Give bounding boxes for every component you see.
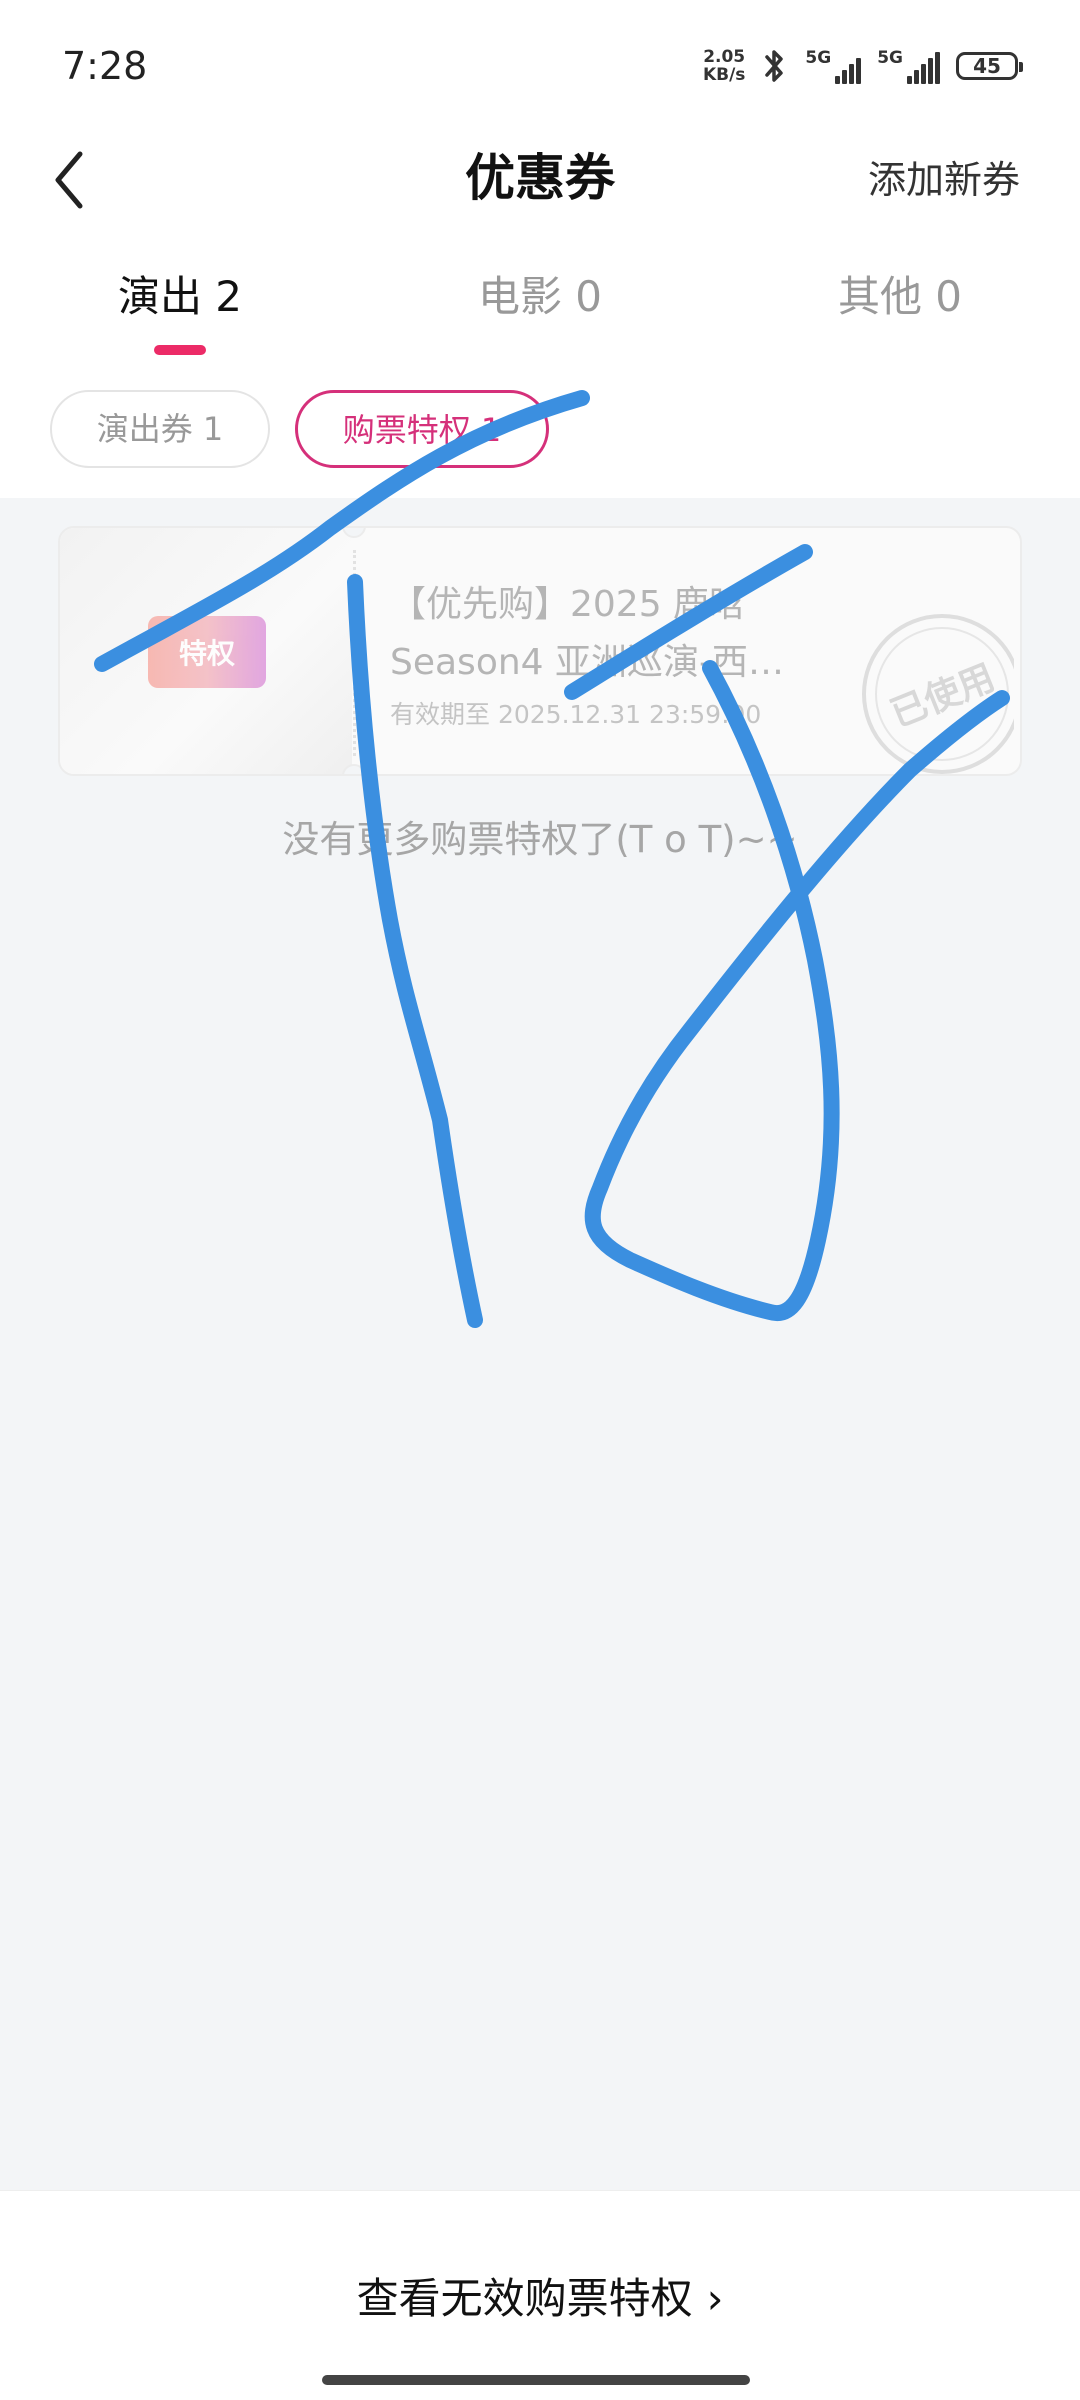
nav-bar: 优惠券 添加新券 (0, 130, 1080, 250)
used-stamp-icon: 已使用 (862, 614, 1014, 774)
view-invalid-label: 查看无效购票特权 (356, 2274, 693, 2323)
status-bar: 7:28 2.05 KB/s 5G 5G 45 (0, 0, 1080, 130)
bottom-bar: 查看无效购票特权 › (0, 2190, 1080, 2400)
tab-others[interactable]: 其他 0 (820, 262, 980, 332)
tab-active-indicator (154, 345, 206, 355)
battery-level: 45 (973, 54, 1001, 78)
status-time: 7:28 (62, 44, 148, 88)
sim1-label: 5G (805, 48, 832, 68)
used-stamp-label: 已使用 (885, 657, 1001, 735)
coupon-expiry: 有效期至 2025.12.31 23:59:00 (390, 700, 762, 729)
card-notch (342, 764, 366, 774)
status-icons: 2.05 KB/s 5G 5G 45 (703, 46, 1023, 86)
signal-icon: 5G (877, 48, 940, 84)
chevron-right-icon: › (706, 2274, 724, 2323)
sub-filter-chips: 演出券 1 购票特权 1 (0, 390, 1080, 470)
add-coupon-button[interactable]: 添加新券 (868, 150, 1020, 210)
tab-shows[interactable]: 演出 2 (100, 262, 260, 332)
signal-icon: 5G (805, 48, 862, 84)
privilege-badge: 特权 (148, 616, 266, 688)
card-divider (353, 550, 356, 756)
network-speed-value: 2.05 (703, 47, 746, 67)
list-end-text: 没有更多购票特权了(T o T)~~ (282, 818, 798, 861)
network-speed-unit: KB/s (702, 65, 746, 85)
chip-ticket-privileges[interactable]: 购票特权 1 (295, 390, 549, 468)
view-invalid-privileges-button[interactable]: 查看无效购票特权 › (0, 2269, 1080, 2329)
coupon-card[interactable]: 特权 【优先购】2025 鹿晗 Season4 亚洲巡演-西… 有效期至 202… (58, 526, 1022, 776)
category-tabs: 演出 2 电影 0 其他 0 (0, 250, 1080, 360)
privilege-badge-label: 特权 (178, 637, 235, 670)
tab-movies[interactable]: 电影 0 (460, 262, 620, 332)
home-indicator[interactable] (322, 2375, 750, 2385)
battery-icon: 45 (956, 52, 1023, 80)
bluetooth-icon (765, 50, 784, 82)
coupon-title: 【优先购】2025 鹿晗 Season4 亚洲巡演-西… (390, 584, 784, 683)
network-speed: 2.05 KB/s (703, 48, 745, 84)
chip-show-coupons[interactable]: 演出券 1 (50, 390, 270, 468)
sim2-label: 5G (877, 48, 903, 68)
